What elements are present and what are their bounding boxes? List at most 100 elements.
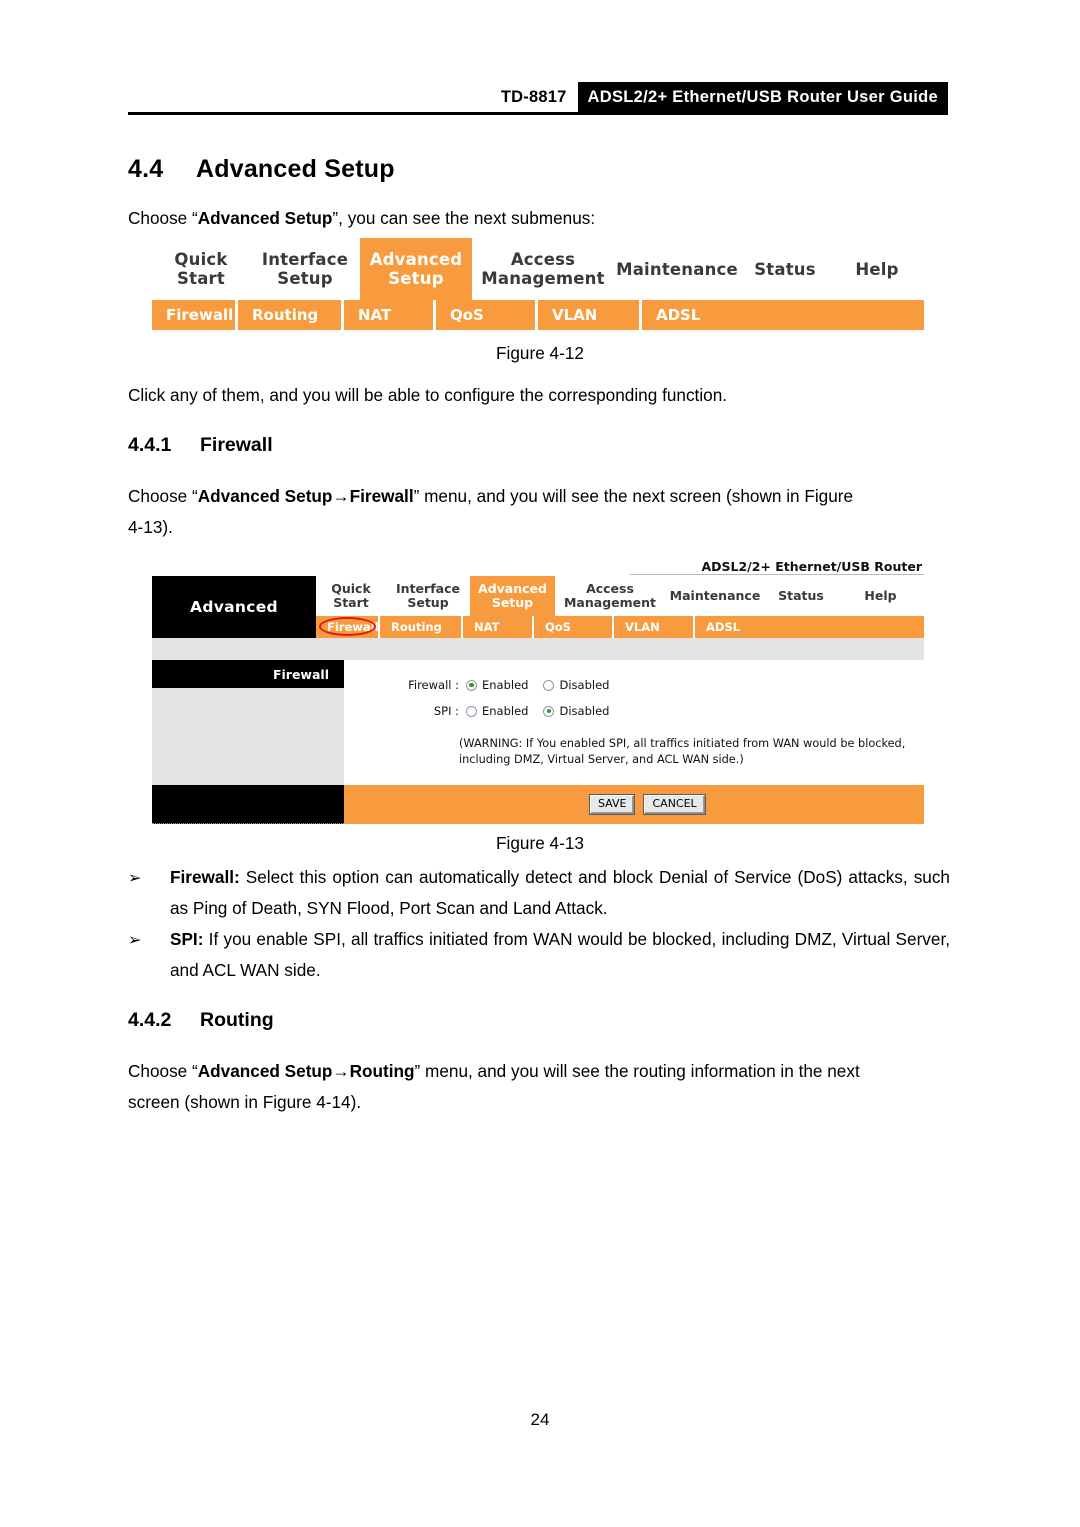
fig13-subtab-nat[interactable]: NAT [463,616,534,638]
spi-enabled-radio[interactable] [466,705,477,717]
fig13-submenu-bar: Firewall Routing NAT QoS VLAN ADSL [316,616,924,638]
subsection-441-paragraph: Choose “Advanced Setup→Firewall” menu, a… [128,481,950,543]
fig13-grey-strip [152,638,924,660]
spi-disabled-radio[interactable] [543,705,555,717]
fig13-tab-access-management[interactable]: Access Management [555,576,665,616]
firewall-field-label: Firewall : [408,678,459,692]
fig13-subtab-qos[interactable]: QoS [534,616,614,638]
fig12-tab-interface-setup-line2: Setup [277,269,333,288]
fig13-subtab-adsl[interactable]: ADSL [695,616,924,638]
save-button[interactable]: SAVE [590,795,635,814]
list-item: ➢ Firewall: Select this option can autom… [128,862,950,924]
subsection-442-heading: 4.4.2 Routing [128,1009,274,1032]
spi-setting-row: SPI : Enabled Disabled [344,704,624,718]
fig12-menu-bar: Quick Start Interface Setup Advanced Setup … [152,238,924,300]
intro-prefix: Choose “ [128,208,198,228]
s442-para-emphasis: Advanced Setup→Routing [197,1061,415,1081]
fig13-tab-quick-start[interactable]: Quick Start [316,576,386,616]
fig12-tab-quick-start-line2: Start [177,269,225,288]
page-title: 4.4 Advanced Setup [128,155,395,184]
fig13-tab-maintenance[interactable]: Maintenance [665,576,765,616]
fig12-submenu-bar: Firewall Routing NAT QoS VLAN ADSL [152,300,924,330]
fig12-subtab-qos[interactable]: QoS [436,300,538,330]
bullet-firewall-desc: Select this option can automatically det… [170,867,950,918]
fig13-model-bar: ADSL2/2+ Ethernet/USB Router [152,552,924,574]
fig12-subtab-routing[interactable]: Routing [238,300,344,330]
header-rule [128,112,948,115]
fig12-tab-quick-start-line1: Quick [174,250,228,269]
bullet-firewall-text: Firewall: Select this option can automat… [170,862,950,924]
bullet-spi-term: SPI: [170,929,204,949]
fig13-tab-advanced-setup[interactable]: Advanced Setup [470,576,555,616]
fig13-sidebar: Firewall [152,660,344,785]
s441-para-lastline: 4-13). [128,517,173,537]
fig12-tab-advanced-setup-line1: Advanced [369,250,463,269]
s441-para-prefix: Choose “ [128,486,198,506]
running-header: TD-8817 ADSL2/2+ Ethernet/USB Router Use… [128,82,948,112]
bullet-spi-desc: If you enable SPI, all traffics initiate… [170,929,950,980]
fig13-subtab-vlan[interactable]: VLAN [614,616,695,638]
fig12-tab-help[interactable]: Help [830,238,924,300]
fig12-subtab-vlan[interactable]: VLAN [538,300,642,330]
fig12-tab-access-management-line2: Management [481,269,605,288]
fig13-subtab-firewall[interactable]: Firewall [316,616,380,638]
bullet-arrow-icon: ➢ [128,930,142,949]
fig13-tab-help[interactable]: Help [837,576,924,616]
spi-field-label: SPI : [433,704,459,718]
fig13-brand-panel: Advanced [152,576,316,638]
fig13-tab-access-management-line2: Management [563,595,656,610]
fig13-tab-interface-setup-line2: Setup [407,595,449,610]
fig13-sidebar-title: Firewall [152,660,344,688]
spi-enabled-label: Enabled [482,704,529,718]
fig13-tab-access-management-line1: Access [586,580,634,596]
fig13-tab-status[interactable]: Status [765,576,837,616]
fig12-tab-maintenance[interactable]: Maintenance [614,238,740,300]
fig13-tab-interface-setup-line1: Interface [396,580,460,596]
fig12-subtab-adsl[interactable]: ADSL [642,300,924,330]
fig12-tab-status[interactable]: Status [740,238,830,300]
fig12-tab-interface-setup[interactable]: Interface Setup [250,238,360,300]
fig13-model-label: ADSL2/2+ Ethernet/USB Router [701,559,922,574]
fig12-subtab-firewall[interactable]: Firewall [152,300,238,330]
fig13-tab-advanced-setup-line2: Setup [491,595,534,610]
intro-emphasis: Advanced Setup [197,208,333,228]
figure-4-12: Quick Start Interface Setup Advanced Setup … [152,238,924,330]
figure-4-12-caption: Figure 4-12 [496,343,584,363]
fig13-footer-actions: SAVE CANCEL [344,785,924,824]
figure-4-13: ADSL2/2+ Ethernet/USB Router Advanced Qu… [152,552,924,824]
fig13-subtab-firewall-label: Firewall [327,620,379,634]
figure-4-13-caption: Figure 4-13 [496,833,584,853]
list-item: ➢ SPI: If you enable SPI, all traffics i… [128,924,950,986]
fig12-tab-quick-start[interactable]: Quick Start [152,238,250,300]
firewall-setting-row: Firewall : Enabled Disabled [344,678,624,692]
intro-paragraph: Choose “Advanced Setup”, you can see the… [128,203,948,234]
fig13-tab-quick-start-line2: Start [333,595,369,610]
firewall-disabled-radio[interactable] [543,679,555,691]
page-number: 24 [530,1410,550,1429]
fig13-tab-interface-setup[interactable]: Interface Setup [386,576,470,616]
subsection-442-title: Routing [200,1009,274,1031]
bullet-spi-text: SPI: If you enable SPI, all traffics ini… [170,924,950,986]
fig13-menu-region: Advanced Quick Start Interface Setup Advan… [152,576,924,638]
s441-para-emphasis: Advanced Setup→Firewall [197,486,414,506]
fig12-tab-access-management[interactable]: Access Management [472,238,614,300]
fig12-tab-advanced-setup[interactable]: Advanced Setup [360,238,472,300]
subsection-441-heading: 4.4.1 Firewall [128,434,273,457]
cancel-button[interactable]: CANCEL [644,795,705,814]
fig12-subtab-nat[interactable]: NAT [344,300,436,330]
subsection-441-number: 4.4.1 [128,434,172,456]
fig13-content-region: Firewall Firewall : Enabled Disabled SPI… [152,660,924,785]
bullet-firewall-term: Firewall: [170,867,240,887]
fig13-footer: SAVE CANCEL [152,785,924,824]
fig13-tab-quick-start-line1: Quick [331,580,371,596]
bullet-arrow-icon: ➢ [128,868,142,887]
spi-warning-text: (WARNING: If You enabled SPI, all traffi… [459,737,906,766]
fig12-tab-access-management-line1: Access [510,250,576,269]
fig13-subtab-routing[interactable]: Routing [380,616,463,638]
fig12-tab-interface-setup-line1: Interface [261,250,349,269]
document-page: TD-8817 ADSL2/2+ Ethernet/USB Router Use… [0,0,1080,1527]
section-number: 4.4 [128,155,164,183]
subsection-442-paragraph: Choose “Advanced Setup→Routing” menu, an… [128,1056,950,1118]
header-title-banner: ADSL2/2+ Ethernet/USB Router User Guide [577,82,948,112]
firewall-enabled-radio[interactable] [466,679,477,691]
